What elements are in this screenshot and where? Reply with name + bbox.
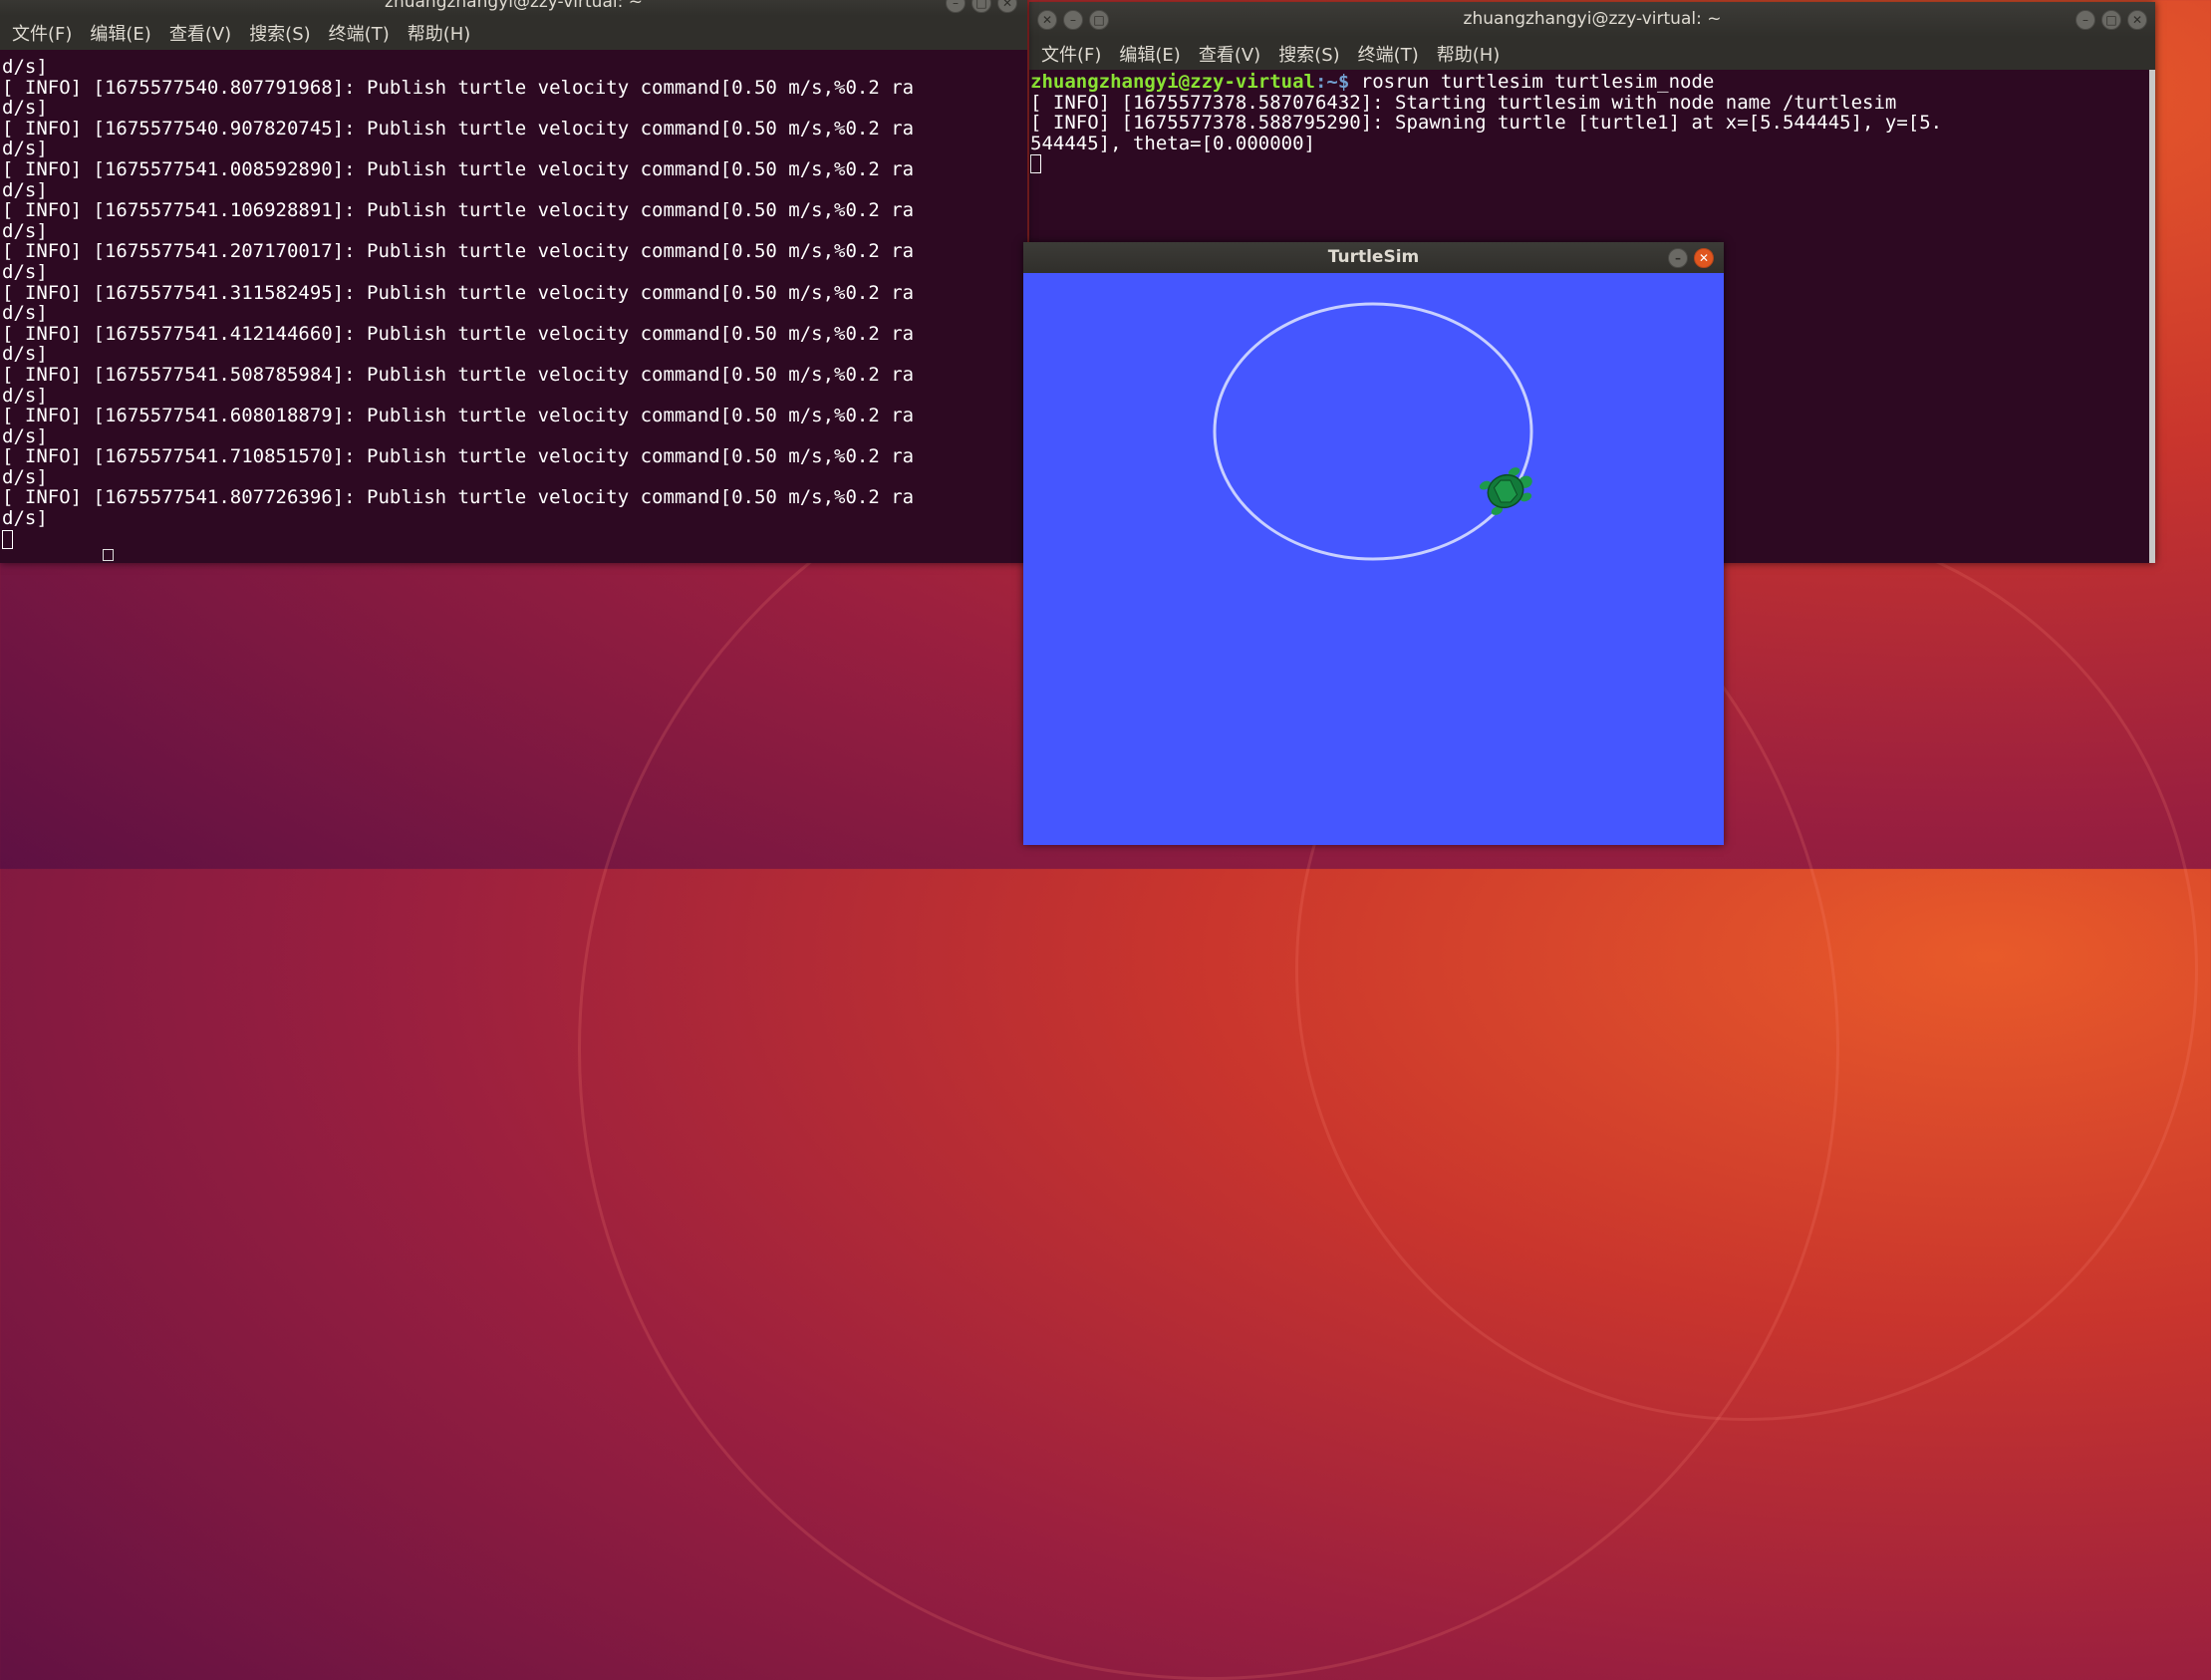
prompt-user: zhuangzhangyi@zzy-virtual [1030, 72, 1315, 93]
turtlesim-canvas [1213, 302, 1533, 561]
terminal-line: [ INFO] [1675577378.587076432]: Starting… [1030, 91, 1897, 114]
turtlesim-window[interactable]: TurtleSim – ✕ [1023, 242, 1724, 845]
terminal-cursor [1030, 153, 2155, 174]
maximize-icon[interactable]: □ [1089, 10, 1109, 30]
menu-search[interactable]: 搜索(S) [249, 20, 310, 46]
menu-terminal[interactable]: 终端(T) [1358, 41, 1419, 67]
terminal-line: [ INFO] [1675577541.710851570]: Publish … [2, 445, 915, 468]
turtle-trail [1213, 302, 1533, 561]
terminal-line: d/s] [2, 384, 48, 407]
terminal-line: [ INFO] [1675577541.311582495]: Publish … [2, 281, 915, 304]
right-terminal-scrollbar[interactable] [2149, 70, 2155, 563]
desktop-cursor-box [103, 549, 114, 561]
terminal-line: [ INFO] [1675577541.807726396]: Publish … [2, 486, 915, 509]
menu-terminal[interactable]: 终端(T) [329, 20, 390, 46]
prompt-line: zhuangzhangyi@zzy-virtual:~$ rosrun turt… [1030, 72, 2155, 93]
menu-view[interactable]: 查看(V) [1199, 41, 1260, 67]
terminal-line: [ INFO] [1675577541.508785984]: Publish … [2, 363, 915, 386]
terminal-line: [ INFO] [1675577540.907820745]: Publish … [2, 117, 915, 140]
right-terminal-window-controls-right: – □ ✕ [2075, 10, 2147, 30]
turtlesim-titlebar[interactable]: TurtleSim – ✕ [1023, 242, 1724, 273]
maximize-icon[interactable]: □ [971, 0, 991, 13]
terminal-line: [ INFO] [1675577541.608018879]: Publish … [2, 405, 915, 427]
menu-help[interactable]: 帮助(H) [408, 20, 471, 46]
minimize-icon[interactable]: – [2075, 10, 2095, 30]
left-terminal-window[interactable]: zhuangzhangyi@zzy-virtual: ~ – □ ✕ 文件(F)… [0, 0, 1027, 563]
right-terminal-menubar: 文件(F) 编辑(E) 查看(V) 搜索(S) 终端(T) 帮助(H) [1029, 37, 2155, 70]
right-terminal-window-controls: ✕ – □ [1037, 10, 1109, 30]
menu-view[interactable]: 查看(V) [169, 20, 231, 46]
right-terminal-titlebar[interactable]: ✕ – □ zhuangzhangyi@zzy-virtual: ~ – □ ✕ [1029, 2, 2155, 37]
menu-search[interactable]: 搜索(S) [1278, 41, 1339, 67]
left-terminal-title: zhuangzhangyi@zzy-virtual: ~ [385, 0, 643, 12]
terminal-line: d/s] [2, 57, 48, 78]
left-terminal-menubar: 文件(F) 编辑(E) 查看(V) 搜索(S) 终端(T) 帮助(H) [0, 16, 1027, 50]
terminal-line: d/s] [2, 97, 48, 120]
left-terminal-window-controls: – □ ✕ [946, 0, 1017, 13]
left-terminal-titlebar[interactable]: zhuangzhangyi@zzy-virtual: ~ – □ ✕ [0, 0, 1027, 16]
menu-file[interactable]: 文件(F) [1041, 41, 1101, 67]
turtlesim-window-controls: – ✕ [1668, 248, 1714, 268]
terminal-line: d/s] [2, 424, 48, 447]
close-icon[interactable]: ✕ [1037, 10, 1057, 30]
left-terminal-output[interactable]: d/s][ INFO] [1675577540.807791968]: Publ… [0, 57, 1027, 563]
turtle-icon [1479, 467, 1532, 515]
minimize-icon[interactable]: – [1668, 248, 1688, 268]
terminal-line: d/s] [2, 465, 48, 488]
close-icon[interactable]: ✕ [997, 0, 1017, 13]
terminal-line: [ INFO] [1675577541.106928891]: Publish … [2, 199, 915, 222]
terminal-line: d/s] [2, 343, 48, 366]
menu-help[interactable]: 帮助(H) [1437, 41, 1501, 67]
prompt-path: :~$ [1314, 72, 1350, 93]
close-icon[interactable]: ✕ [2127, 10, 2147, 30]
menu-edit[interactable]: 编辑(E) [1119, 41, 1180, 67]
terminal-line: [ INFO] [1675577541.412144660]: Publish … [2, 322, 915, 345]
prompt-command: rosrun turtlesim turtlesim_node [1349, 72, 1715, 93]
menu-edit[interactable]: 编辑(E) [90, 20, 150, 46]
terminal-line: [ INFO] [1675577541.008592890]: Publish … [2, 157, 915, 180]
terminal-line: [ INFO] [1675577541.207170017]: Publish … [2, 240, 915, 263]
terminal-line: [ INFO] [1675577540.807791968]: Publish … [2, 76, 915, 99]
terminal-line: d/s] [2, 507, 48, 530]
terminal-line: d/s] [2, 138, 48, 160]
terminal-line: d/s] [2, 260, 48, 283]
turtlesim-title: TurtleSim [1327, 247, 1420, 267]
minimize-icon[interactable]: – [1063, 10, 1083, 30]
menu-file[interactable]: 文件(F) [12, 20, 72, 46]
terminal-line: d/s] [2, 178, 48, 201]
terminal-line: d/s] [2, 219, 48, 242]
maximize-icon[interactable]: □ [2101, 10, 2121, 30]
right-terminal-title: zhuangzhangyi@zzy-virtual: ~ [1463, 9, 1722, 29]
minimize-icon[interactable]: – [946, 0, 966, 13]
close-icon[interactable]: ✕ [1694, 248, 1714, 268]
terminal-line: d/s] [2, 302, 48, 325]
terminal-cursor [2, 529, 1027, 550]
terminal-line: 544445], theta=[0.000000] [1030, 132, 1315, 154]
terminal-line: [ INFO] [1675577378.588795290]: Spawning… [1030, 112, 1943, 135]
